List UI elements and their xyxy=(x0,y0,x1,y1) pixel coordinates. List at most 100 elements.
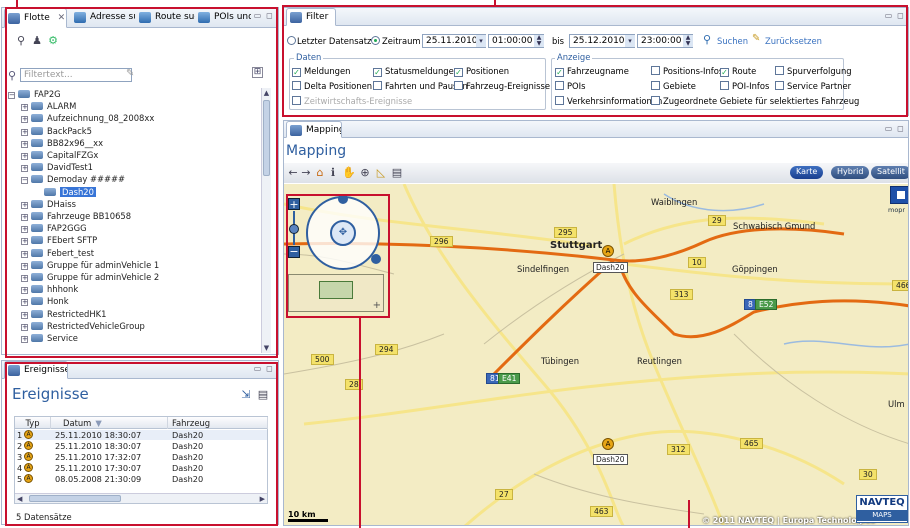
table-row[interactable]: 5 A 08.05.2008 21:30:09 Dash20 xyxy=(15,474,267,484)
hscroll-thumb[interactable] xyxy=(29,495,121,502)
checkbox-box[interactable] xyxy=(555,96,564,105)
tab-flotte[interactable]: Flotte ✕ xyxy=(4,8,67,28)
table-row[interactable]: 1 A 25.11.2010 18:30:07 Dash20 xyxy=(15,430,267,440)
pan-icon[interactable]: ✋ xyxy=(342,166,356,180)
tree-item[interactable]: + Gruppe für adminVehicle 2 xyxy=(8,272,159,283)
overview-resize-icon[interactable]: + xyxy=(373,300,381,311)
scroll-thumb[interactable] xyxy=(263,100,270,176)
minimize-icon[interactable]: ▭ xyxy=(253,11,262,20)
tree-item[interactable]: + Febert_test xyxy=(8,248,94,259)
tree-item[interactable]: + hhhonk xyxy=(8,284,78,295)
checkbox-spurverfolgung[interactable]: Spurverfolgung xyxy=(775,66,852,76)
clear-filter-icon[interactable]: ✎ xyxy=(126,68,134,79)
rotate-handle-icon[interactable] xyxy=(338,194,348,204)
checkbox-box[interactable]: ✓ xyxy=(454,68,463,77)
checkbox-fahrzeugname[interactable]: ✓ Fahrzeugname xyxy=(555,66,629,77)
tree-item[interactable]: + FAP2GGG xyxy=(8,223,87,234)
reset-button[interactable]: Zurücksetzen xyxy=(765,36,822,46)
checkbox-box[interactable]: ✓ xyxy=(373,68,382,77)
expand-icon[interactable]: + xyxy=(21,238,28,246)
collapse-icon[interactable]: − xyxy=(8,92,15,99)
map-type-hybrid[interactable]: Hybrid xyxy=(831,166,870,179)
maximize-icon[interactable]: ◻ xyxy=(265,11,274,20)
checkbox-box[interactable] xyxy=(454,81,463,90)
vehicle-marker[interactable]: A xyxy=(602,438,614,450)
settings-icon[interactable]: ⚙ xyxy=(46,34,60,48)
tree-item[interactable]: + CapitalFZGx xyxy=(8,150,98,161)
driver-view-icon[interactable]: ♟ xyxy=(30,34,44,48)
expand-icon[interactable]: + xyxy=(21,287,28,295)
checkbox-box[interactable] xyxy=(651,66,660,75)
checkbox-positionen[interactable]: ✓ Positionen xyxy=(454,66,509,77)
print-icon[interactable]: ▤ xyxy=(390,166,404,180)
column-fahrzeug[interactable]: Fahrzeug xyxy=(168,417,268,429)
tab-mapping[interactable]: Mapping xyxy=(286,121,342,138)
maximize-icon[interactable]: ◻ xyxy=(265,364,274,373)
expand-icon[interactable]: + xyxy=(21,250,28,258)
checkbox-box[interactable] xyxy=(292,96,301,105)
tree-item[interactable]: + RestrictedHK1 xyxy=(8,309,107,320)
tab-route[interactable]: Route such xyxy=(136,8,195,28)
checkbox-box[interactable] xyxy=(555,81,564,90)
tree-item[interactable]: − FAP2G xyxy=(8,89,61,100)
minimize-icon[interactable]: ▭ xyxy=(884,11,893,20)
checkbox-box[interactable]: ✓ xyxy=(292,68,301,77)
checkbox-fahrzeug-ereignisse[interactable]: Fahrzeug-Ereignisse xyxy=(454,81,550,91)
expand-icon[interactable]: + xyxy=(21,311,28,319)
tree-item[interactable]: + DHaiss xyxy=(8,199,76,210)
maximize-icon[interactable]: ◻ xyxy=(896,124,905,133)
expand-icon[interactable]: + xyxy=(21,214,28,221)
tree-item[interactable]: − Demoday ##### xyxy=(8,174,125,185)
map-type-karte[interactable]: Karte xyxy=(790,166,824,179)
pan-wheel[interactable]: ✥ xyxy=(306,194,381,270)
scroll-right-icon[interactable]: ▶ xyxy=(260,494,265,504)
checkbox-box[interactable] xyxy=(651,96,660,105)
date-to-dropdown-icon[interactable]: ▾ xyxy=(625,35,635,47)
tree-item[interactable]: + BB82x96__xx xyxy=(8,138,103,149)
events-hscrollbar[interactable]: ◀ ▶ xyxy=(15,493,267,503)
expand-icon[interactable]: + xyxy=(21,323,28,331)
zoom-in-button[interactable]: + xyxy=(288,198,300,210)
expand-icon[interactable]: + xyxy=(21,165,28,173)
checkbox-poi-infos[interactable]: POI-Infos xyxy=(720,81,769,91)
checkbox-service-partner[interactable]: Service Partner xyxy=(775,81,851,91)
minimize-icon[interactable]: ▭ xyxy=(884,124,893,133)
expand-icon[interactable]: + xyxy=(21,201,28,209)
reset-icon[interactable]: ✎ xyxy=(752,33,760,44)
collapse-icon[interactable]: − xyxy=(21,177,28,185)
back-icon[interactable]: ← xyxy=(286,166,300,180)
maximize-icon[interactable]: ◻ xyxy=(896,11,905,20)
checkbox-pois[interactable]: POIs xyxy=(555,81,585,91)
tree-item[interactable]: + ALARM xyxy=(8,101,76,112)
expand-icon[interactable]: + xyxy=(21,226,28,234)
column-typ[interactable]: Typ xyxy=(15,417,51,429)
checkbox-zeitwirtschafts-ereignisse[interactable]: Zeitwirtschafts-Ereignisse xyxy=(292,96,412,106)
checkbox-statusmeldungen[interactable]: ✓ Statusmeldungen xyxy=(373,66,459,77)
checkbox-zugeordnete-gebiete-f-r-selektiertes-fahrzeug[interactable]: Zugeordnete Gebiete für selektiertes Fah… xyxy=(651,96,859,106)
tree-scrollbar[interactable]: ▲ ▼ xyxy=(261,88,271,353)
expand-icon[interactable]: + xyxy=(21,336,28,343)
table-row[interactable]: 4 A 25.11.2010 17:30:07 Dash20 xyxy=(15,463,267,473)
export-icon[interactable]: ⇲ xyxy=(239,388,253,402)
tab-pois[interactable]: POIs und xyxy=(195,8,251,28)
expand-icon[interactable]: + xyxy=(21,104,28,112)
expand-icon[interactable]: + xyxy=(21,299,28,307)
expand-icon[interactable]: + xyxy=(21,153,28,160)
checkbox-positions-infos[interactable]: Positions-Infos xyxy=(651,66,723,76)
map-type-satellit[interactable]: Satellit xyxy=(871,166,908,179)
zoom-out-button[interactable]: − xyxy=(288,246,300,258)
checkbox-verkehrsinformationen[interactable]: Verkehrsinformationen xyxy=(555,96,662,106)
overview-map[interactable]: + xyxy=(288,274,384,312)
tab-filter[interactable]: Filter ✕ xyxy=(286,8,336,26)
home-icon[interactable]: ⌂ xyxy=(313,166,327,180)
tree-item[interactable]: + Gruppe für adminVehicle 1 xyxy=(8,260,159,271)
checkbox-gebiete[interactable]: Gebiete xyxy=(651,81,696,91)
checkbox-box[interactable]: ✓ xyxy=(555,68,564,77)
vehicle-marker[interactable]: A xyxy=(602,245,614,257)
expand-all-icon[interactable]: ⊞ xyxy=(252,67,263,78)
checkbox-meldungen[interactable]: ✓ Meldungen xyxy=(292,66,350,77)
minimize-icon[interactable]: ▭ xyxy=(253,364,262,373)
checkbox-delta-positionen[interactable]: Delta Positionen xyxy=(292,81,372,91)
date-from-dropdown-icon[interactable]: ▾ xyxy=(476,35,486,47)
search-icon[interactable]: ⚲ xyxy=(703,33,711,46)
